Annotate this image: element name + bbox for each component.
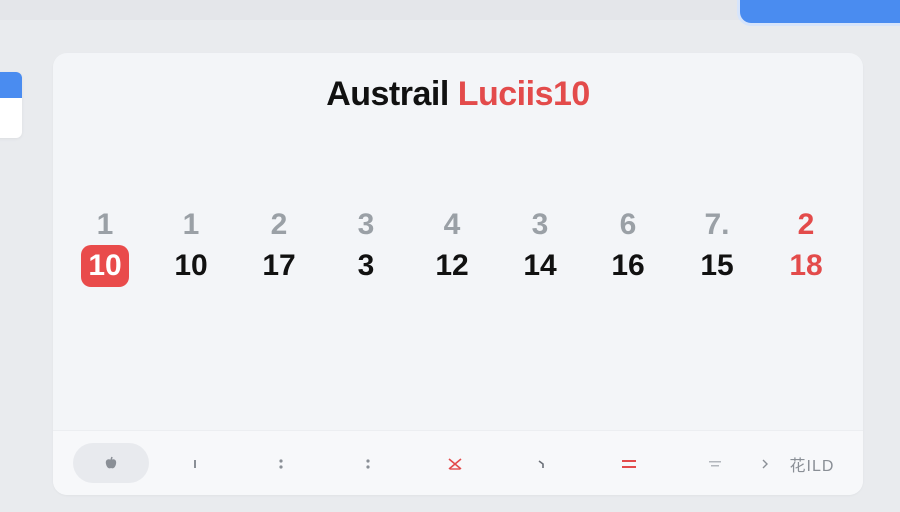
colon-icon	[278, 458, 284, 470]
date-cell[interactable]: 12	[428, 245, 476, 287]
date-cell[interactable]: 18	[782, 245, 830, 287]
weekday-label: 3	[531, 208, 549, 241]
weekday-label: 1	[182, 208, 200, 241]
date-cell-selected[interactable]: 10	[81, 245, 129, 287]
alarm-button[interactable]	[441, 431, 469, 495]
calendar-title: Austrail Luciis10	[53, 75, 863, 114]
colon-icon	[365, 458, 371, 470]
day-column[interactable]: 4 12	[422, 205, 482, 287]
date-cell[interactable]: 10	[167, 245, 215, 287]
calendar-card: Austrail Luciis10 1 10 1 10 2 17 3 3 4 1…	[53, 53, 863, 495]
date-cell[interactable]: 3	[342, 245, 390, 287]
alarm-icon	[447, 457, 463, 471]
day-column[interactable]: 7. 15	[687, 205, 747, 287]
chevron-right-icon	[762, 459, 768, 469]
toolbar-label: 花ILD	[789, 457, 835, 475]
colon-button[interactable]	[269, 431, 293, 495]
left-side-tab-accent	[0, 72, 22, 98]
chevron-right-button[interactable]	[757, 431, 773, 495]
day-column[interactable]: 1 10	[161, 205, 221, 287]
date-cell[interactable]: 15	[693, 245, 741, 287]
top-right-button[interactable]	[737, 0, 900, 26]
equals-icon	[621, 459, 637, 469]
bar-button[interactable]	[183, 431, 207, 495]
date-cell[interactable]: 14	[516, 245, 564, 287]
hook-button[interactable]	[529, 431, 553, 495]
weekday-label: 7.	[704, 208, 730, 241]
day-column[interactable]: 3 3	[336, 205, 396, 287]
title-accent: Luciis10	[457, 75, 591, 113]
weekday-label: 1	[96, 208, 114, 241]
weekday-label: 6	[619, 208, 637, 241]
toolbar-label-area: 花ILD	[777, 431, 847, 495]
bar-icon	[193, 458, 197, 470]
title-primary: Austrail	[326, 75, 449, 113]
weekday-label: 2	[797, 208, 815, 241]
day-column[interactable]: 1 10	[75, 205, 135, 287]
filter-button[interactable]	[703, 431, 727, 495]
hook-icon	[537, 458, 545, 470]
date-cell[interactable]: 16	[604, 245, 652, 287]
equals-button[interactable]	[615, 431, 643, 495]
bottom-toolbar: 花ILD	[53, 430, 863, 495]
weekday-label: 3	[357, 208, 375, 241]
weekday-label: 2	[270, 208, 288, 241]
day-column[interactable]: 6 16	[598, 205, 658, 287]
apple-button[interactable]	[73, 443, 149, 483]
colon-button-2[interactable]	[356, 431, 380, 495]
left-side-tab[interactable]	[0, 72, 22, 138]
date-cell[interactable]: 17	[255, 245, 303, 287]
filter-icon	[708, 459, 722, 469]
day-column-weekend[interactable]: 2 18	[776, 205, 836, 287]
weekday-label: 4	[443, 208, 461, 241]
day-column[interactable]: 2 17	[249, 205, 309, 287]
day-column[interactable]: 3 14	[510, 205, 570, 287]
apple-icon	[104, 456, 118, 470]
